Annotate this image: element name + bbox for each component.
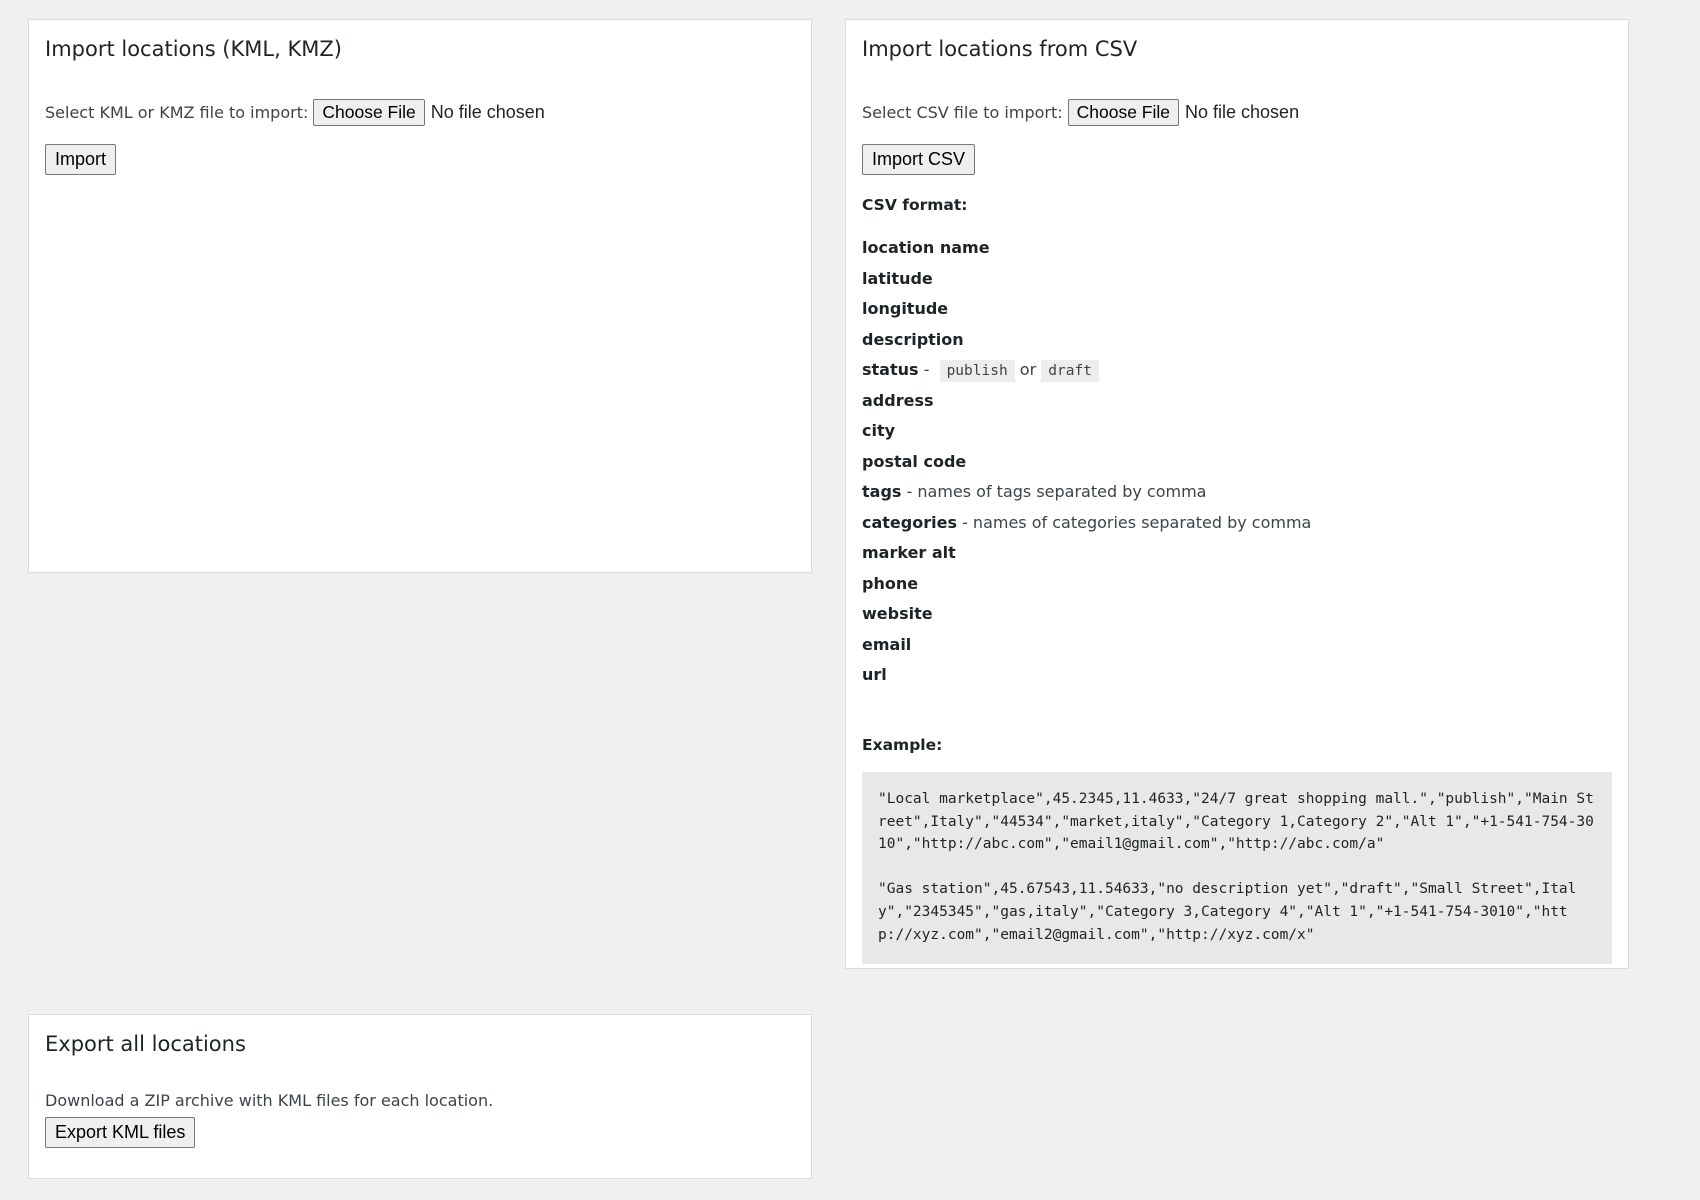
- csv-choose-file-button[interactable]: Choose File: [1067, 99, 1180, 126]
- export-panel: Export all locations Download a ZIP arch…: [28, 1014, 812, 1179]
- csv-import-title: Import locations from CSV: [862, 37, 1138, 61]
- field-name: location name: [862, 238, 990, 257]
- kml-import-title: Import locations (KML, KMZ): [45, 37, 342, 61]
- example-line: "Local marketplace",45.2345,11.4633,"24/…: [878, 791, 1594, 853]
- field-name: longitude: [862, 299, 949, 318]
- kml-import-button[interactable]: Import: [45, 144, 117, 175]
- list-item: categories - names of categories separat…: [862, 508, 1311, 539]
- kml-file-label: Select KML or KMZ file to import:: [45, 103, 309, 122]
- list-item: tags - names of tags separated by comma: [862, 477, 1311, 508]
- list-item: marker alt: [862, 538, 1311, 569]
- field-name: latitude: [862, 268, 933, 288]
- csv-example-code-block: "Local marketplace",45.2345,11.4633,"24/…: [862, 772, 1612, 964]
- kml-file-status: No file chosen: [430, 102, 545, 122]
- kml-choose-file-button[interactable]: Choose File: [313, 99, 425, 126]
- field-name: description: [862, 329, 964, 349]
- field-name: phone: [862, 573, 919, 593]
- export-kml-button[interactable]: Export KML files: [45, 1117, 196, 1148]
- example-line: "Gas station",45.67543,11.54633,"no desc…: [878, 881, 1577, 943]
- field-name: status: [862, 360, 919, 379]
- csv-file-label: Select CSV file to import:: [862, 103, 1063, 122]
- status-publish-code: publish: [939, 360, 1015, 382]
- csv-import-panel: Import locations from CSV Select CSV fil…: [845, 19, 1629, 969]
- list-item: email: [862, 630, 1311, 661]
- field-name: address: [862, 390, 934, 410]
- field-description: - names of categories separated by comma: [956, 512, 1312, 532]
- field-name: tags: [862, 482, 902, 501]
- field-separator: -: [918, 360, 935, 379]
- field-name: postal code: [862, 451, 967, 471]
- field-or-text: or: [1019, 360, 1037, 379]
- list-item: url: [862, 660, 1311, 691]
- list-item: city: [862, 416, 1311, 447]
- field-name: marker alt: [862, 543, 956, 562]
- list-item: longitude: [862, 294, 1311, 325]
- list-item: website: [862, 599, 1311, 630]
- field-name: city: [862, 421, 896, 440]
- kml-file-field: Select KML or KMZ file to import: Choose…: [45, 99, 545, 126]
- field-name: website: [862, 604, 933, 623]
- csv-file-status: No file chosen: [1185, 102, 1300, 122]
- field-name: email: [862, 634, 912, 654]
- example-heading: Example:: [862, 736, 943, 754]
- list-item: description: [862, 325, 1311, 356]
- csv-fields-list: location name latitude longitude descrip…: [862, 233, 1311, 691]
- status-draft-code: draft: [1041, 360, 1099, 382]
- list-item: latitude: [862, 264, 1311, 295]
- csv-format-heading: CSV format:: [862, 196, 968, 214]
- field-name: categories: [862, 512, 957, 532]
- csv-file-field: Select CSV file to import: Choose File N…: [862, 99, 1299, 126]
- list-item: phone: [862, 569, 1311, 600]
- csv-import-button[interactable]: Import CSV: [862, 144, 976, 175]
- list-item: address: [862, 386, 1311, 417]
- export-title: Export all locations: [45, 1032, 246, 1056]
- field-description: - names of tags separated by comma: [901, 482, 1207, 501]
- list-item: location name: [862, 233, 1311, 264]
- list-item: status - publish or draft: [862, 355, 1311, 386]
- field-name: url: [862, 665, 887, 684]
- list-item: postal code: [862, 447, 1311, 478]
- export-description: Download a ZIP archive with KML files fo…: [45, 1091, 494, 1110]
- kml-import-panel: Import locations (KML, KMZ) Select KML o…: [28, 19, 812, 573]
